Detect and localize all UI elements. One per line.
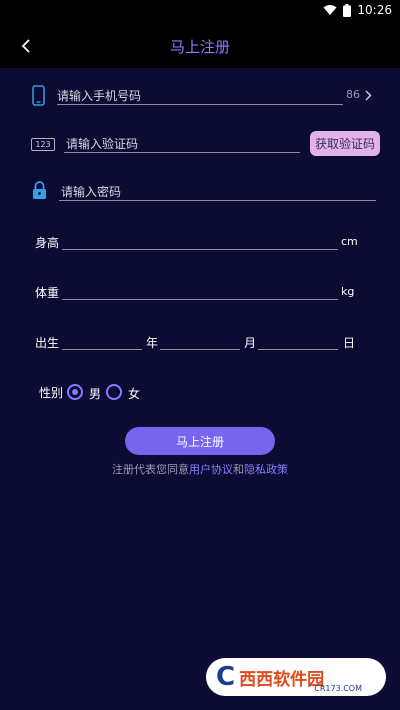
status-icons: 10:26: [323, 3, 392, 17]
month-label: 月: [244, 336, 257, 350]
user-agreement-link[interactable]: 用户协议: [189, 463, 233, 476]
birth-month-input[interactable]: [160, 332, 238, 348]
status-bar: 10:26: [0, 0, 400, 24]
phone-icon: [32, 85, 45, 106]
birth-year-underline: [62, 349, 142, 350]
birth-label: 出生: [35, 336, 60, 350]
terms-and: 和: [233, 463, 244, 476]
privacy-policy-link[interactable]: 隐私政策: [244, 463, 288, 476]
lock-icon: [33, 181, 46, 199]
watermark-brand: 西西软件园: [239, 669, 325, 690]
code-icon: 123: [31, 138, 55, 151]
wifi-icon: [323, 5, 337, 15]
code-input[interactable]: [66, 136, 296, 152]
code-icon-text: 123: [35, 140, 51, 149]
password-input[interactable]: [61, 184, 371, 200]
chevron-right-icon[interactable]: [365, 90, 372, 101]
weight-underline: [62, 299, 338, 300]
gender-female-label[interactable]: 女: [128, 385, 140, 402]
terms-prefix: 注册代表您同意: [112, 463, 189, 476]
nav-bar: 马上注册: [0, 24, 400, 68]
watermark-logo: C 西西软件园 CR173.COM: [206, 658, 386, 696]
terms-text: 注册代表您同意用户协议和隐私政策: [0, 461, 400, 477]
weight-unit: kg: [341, 285, 355, 298]
register-button[interactable]: 马上注册: [125, 427, 275, 455]
watermark-letter: C: [216, 662, 236, 692]
status-time: 10:26: [357, 3, 392, 17]
page-title: 马上注册: [169, 38, 230, 56]
battery-icon: [343, 3, 352, 17]
gender-male-radio[interactable]: [67, 384, 83, 400]
phone-underline: [57, 104, 343, 105]
watermark-sub: CR173.COM: [314, 684, 362, 693]
weight-label: 体重: [35, 286, 60, 300]
birth-day-input[interactable]: [258, 332, 336, 348]
height-underline: [62, 249, 338, 250]
country-code[interactable]: 86: [346, 88, 360, 101]
get-code-button[interactable]: 获取验证码: [310, 131, 380, 156]
day-label: 日: [343, 336, 356, 350]
gender-male-label[interactable]: 男: [89, 385, 101, 402]
password-underline: [59, 200, 376, 201]
birth-year-input[interactable]: [62, 332, 140, 348]
height-label: 身高: [35, 236, 60, 250]
height-input[interactable]: [62, 232, 336, 248]
height-unit: cm: [341, 235, 358, 248]
phone-input[interactable]: [57, 88, 337, 104]
birth-month-underline: [160, 349, 240, 350]
gender-female-radio[interactable]: [106, 384, 122, 400]
year-label: 年: [146, 336, 159, 350]
birth-day-underline: [258, 349, 338, 350]
gender-label: 性别: [39, 386, 64, 400]
weight-input[interactable]: [62, 282, 336, 298]
code-underline: [64, 152, 300, 153]
